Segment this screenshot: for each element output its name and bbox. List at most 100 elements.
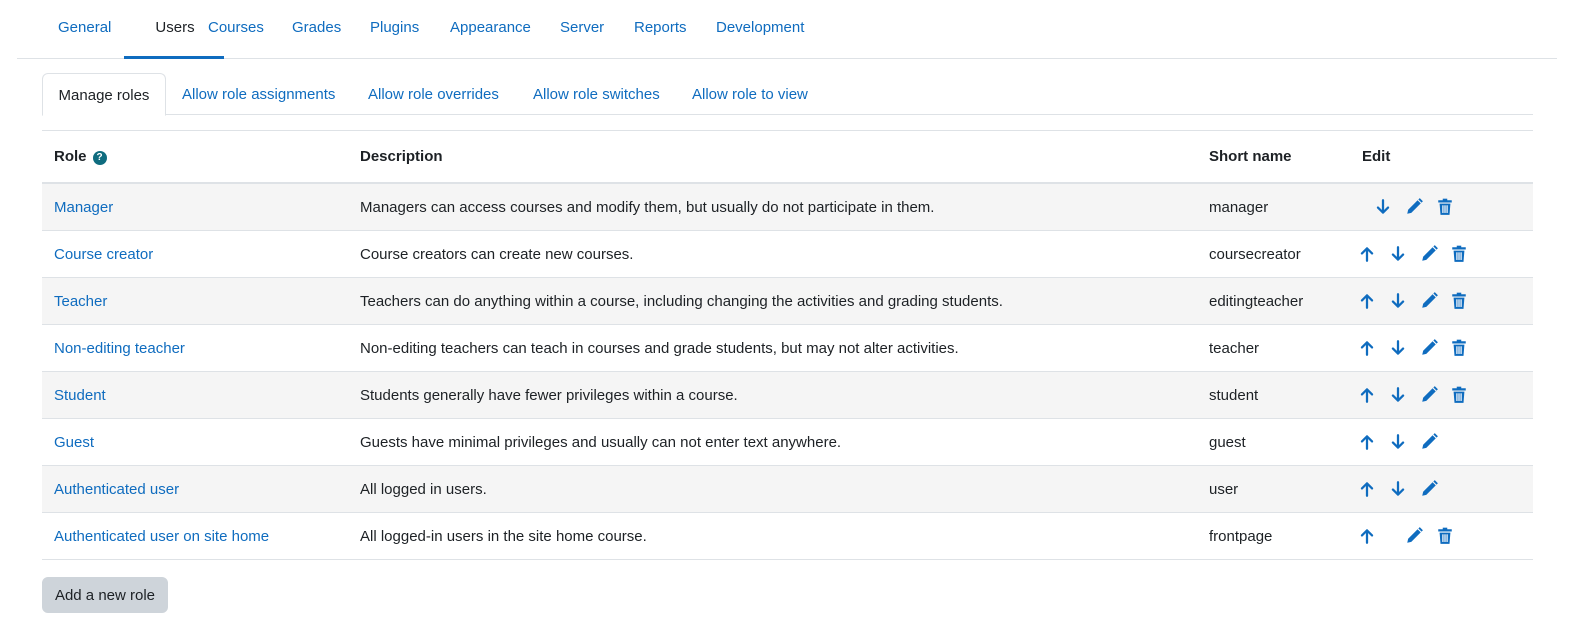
- tab-development[interactable]: Development: [716, 0, 804, 58]
- header-edit: Edit: [1350, 130, 1533, 184]
- edit-icon[interactable]: [1420, 339, 1438, 357]
- role-description: Teachers can do anything within a course…: [348, 277, 1197, 325]
- tab-allow-role-to-view[interactable]: Allow role to view: [692, 73, 808, 114]
- move-down-icon[interactable]: [1389, 339, 1407, 357]
- delete-icon[interactable]: [1450, 245, 1468, 263]
- table-row: Authenticated user All logged in users. us…: [42, 465, 1533, 513]
- tab-plugins[interactable]: Plugins: [370, 0, 419, 58]
- header-role-label: Role: [54, 148, 87, 165]
- table-row: Student Students generally have fewer pri…: [42, 371, 1533, 419]
- roles-table: Role? Description Short name Edit Manage…: [42, 130, 1533, 560]
- edit-icon[interactable]: [1405, 527, 1423, 545]
- add-new-role-button[interactable]: Add a new role: [42, 577, 168, 613]
- edit-icon[interactable]: [1420, 433, 1438, 451]
- tab-general[interactable]: General: [58, 0, 111, 58]
- roles-table-body: Manager Managers can access courses and m…: [42, 183, 1533, 560]
- move-up-icon[interactable]: [1358, 433, 1376, 451]
- role-description: Managers can access courses and modify t…: [348, 183, 1197, 231]
- role-link[interactable]: Student: [54, 387, 106, 404]
- table-row: Course creator Course creators can create…: [42, 230, 1533, 278]
- role-description: Students generally have fewer privileges…: [348, 371, 1197, 419]
- move-up-icon[interactable]: [1358, 339, 1376, 357]
- delete-icon[interactable]: [1436, 527, 1454, 545]
- role-edit-actions: [1350, 324, 1533, 372]
- help-icon[interactable]: ?: [92, 151, 107, 165]
- role-edit-actions: [1350, 230, 1533, 278]
- role-edit-actions: [1350, 183, 1533, 231]
- move-down-icon[interactable]: [1389, 386, 1407, 404]
- move-up-icon[interactable]: [1358, 245, 1376, 263]
- move-up-icon[interactable]: [1358, 527, 1376, 545]
- role-edit-actions: [1350, 418, 1533, 466]
- table-row: Teacher Teachers can do anything within a…: [42, 277, 1533, 325]
- role-cell: Course creator: [42, 230, 348, 278]
- role-link[interactable]: Authenticated user: [54, 481, 179, 498]
- role-link[interactable]: Course creator: [54, 246, 153, 263]
- move-up-icon[interactable]: [1358, 480, 1376, 498]
- table-header-row: Role? Description Short name Edit: [42, 130, 1533, 184]
- role-edit-actions: [1350, 465, 1533, 513]
- role-short-name: editingteacher: [1197, 277, 1350, 325]
- table-row: Guest Guests have minimal privileges and …: [42, 418, 1533, 466]
- role-edit-actions: [1350, 371, 1533, 419]
- role-description: Non-editing teachers can teach in course…: [348, 324, 1197, 372]
- role-description: All logged-in users in the site home cou…: [348, 512, 1197, 560]
- role-cell: Guest: [42, 418, 348, 466]
- role-short-name: manager: [1197, 183, 1350, 231]
- delete-icon[interactable]: [1450, 292, 1468, 310]
- table-row: Authenticated user on site home All logge…: [42, 512, 1533, 560]
- role-link[interactable]: Authenticated user on site home: [54, 528, 269, 545]
- tab-appearance[interactable]: Appearance: [450, 0, 531, 58]
- role-short-name: guest: [1197, 418, 1350, 466]
- edit-icon[interactable]: [1405, 198, 1423, 216]
- tab-allow-role-switches[interactable]: Allow role switches: [533, 73, 660, 114]
- table-row: Non-editing teacher Non-editing teachers …: [42, 324, 1533, 372]
- role-link[interactable]: Guest: [54, 434, 94, 451]
- tab-server[interactable]: Server: [560, 0, 604, 58]
- tab-users[interactable]: Users: [124, 0, 224, 59]
- tab-courses[interactable]: Courses: [208, 0, 264, 58]
- move-down-icon[interactable]: [1389, 292, 1407, 310]
- roles-sub-nav: Manage roles Allow role assignments Allo…: [42, 73, 1533, 116]
- header-description: Description: [348, 130, 1197, 184]
- role-cell: Manager: [42, 183, 348, 231]
- role-link[interactable]: Teacher: [54, 293, 107, 310]
- edit-icon[interactable]: [1420, 480, 1438, 498]
- edit-icon[interactable]: [1420, 386, 1438, 404]
- tab-grades[interactable]: Grades: [292, 0, 341, 58]
- role-description: Course creators can create new courses.: [348, 230, 1197, 278]
- role-link[interactable]: Manager: [54, 199, 113, 216]
- role-short-name: teacher: [1197, 324, 1350, 372]
- role-short-name: user: [1197, 465, 1350, 513]
- edit-icon[interactable]: [1420, 292, 1438, 310]
- role-cell: Non-editing teacher: [42, 324, 348, 372]
- role-description: Guests have minimal privileges and usual…: [348, 418, 1197, 466]
- delete-icon[interactable]: [1450, 386, 1468, 404]
- header-short-name: Short name: [1197, 130, 1350, 184]
- tab-reports[interactable]: Reports: [634, 0, 687, 58]
- role-edit-actions: [1350, 277, 1533, 325]
- edit-icon[interactable]: [1420, 245, 1438, 263]
- move-up-icon[interactable]: [1358, 292, 1376, 310]
- delete-icon[interactable]: [1436, 198, 1454, 216]
- role-cell: Authenticated user: [42, 465, 348, 513]
- move-down-icon[interactable]: [1389, 245, 1407, 263]
- tab-allow-role-assignments[interactable]: Allow role assignments: [182, 73, 335, 114]
- move-down-icon[interactable]: [1389, 433, 1407, 451]
- role-short-name: student: [1197, 371, 1350, 419]
- role-cell: Authenticated user on site home: [42, 512, 348, 560]
- role-cell: Student: [42, 371, 348, 419]
- role-short-name: frontpage: [1197, 512, 1350, 560]
- admin-top-nav: General Users Courses Grades Plugins App…: [17, 0, 1557, 59]
- move-down-icon[interactable]: [1374, 198, 1392, 216]
- move-up-icon[interactable]: [1358, 386, 1376, 404]
- table-row: Manager Managers can access courses and m…: [42, 183, 1533, 231]
- tab-allow-role-overrides[interactable]: Allow role overrides: [368, 73, 499, 114]
- header-role: Role?: [42, 130, 348, 184]
- move-down-icon[interactable]: [1389, 480, 1407, 498]
- tab-manage-roles[interactable]: Manage roles: [42, 73, 166, 116]
- role-edit-actions: [1350, 512, 1533, 560]
- delete-icon[interactable]: [1450, 339, 1468, 357]
- role-link[interactable]: Non-editing teacher: [54, 340, 185, 357]
- role-short-name: coursecreator: [1197, 230, 1350, 278]
